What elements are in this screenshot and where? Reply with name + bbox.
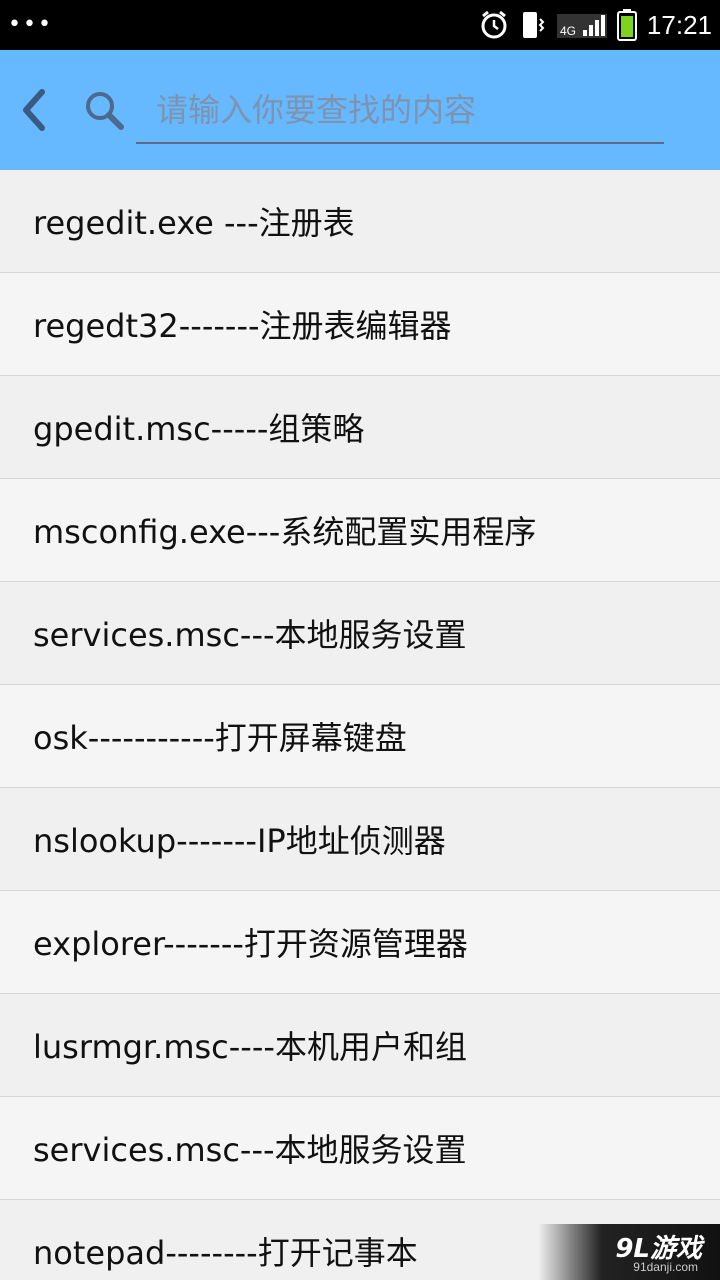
back-button[interactable] xyxy=(14,80,54,140)
list-item-label: services.msc---本地服务设置 xyxy=(33,1131,467,1169)
list-item[interactable]: msconfig.exe---系统配置实用程序 xyxy=(0,479,720,582)
search-toolbar xyxy=(0,50,720,170)
search-input[interactable] xyxy=(136,78,664,144)
list-item-label: regedit.exe ---注册表 xyxy=(33,204,355,242)
list-item-label: notepad--------打开记事本 xyxy=(33,1234,418,1272)
list-item-label: services.msc---本地服务设置 xyxy=(33,616,467,654)
list-item[interactable]: gpedit.msc-----组策略 xyxy=(0,376,720,479)
status-time: 17:21 xyxy=(646,9,712,40)
list-item[interactable]: regedit.exe ---注册表 xyxy=(0,170,720,273)
list-item[interactable]: nslookup-------IP地址侦测器 xyxy=(0,788,720,891)
list-item[interactable]: regedt32-------注册表编辑器 xyxy=(0,273,720,376)
command-list: regedit.exe ---注册表 regedt32-------注册表编辑器… xyxy=(0,170,720,1280)
svg-text:4G: 4G xyxy=(560,24,576,38)
signal-4g-icon: 4G xyxy=(556,14,607,38)
watermark-logo: 9L游戏 91danji.com xyxy=(538,1224,720,1280)
list-item-label: nslookup-------IP地址侦测器 xyxy=(33,822,446,860)
list-item-label: regedt32-------注册表编辑器 xyxy=(33,307,452,345)
notification-dots-icon: ••• xyxy=(8,12,53,37)
list-item-label: lusrmgr.msc----本机用户和组 xyxy=(33,1028,467,1066)
battery-icon xyxy=(616,9,637,41)
alarm-icon xyxy=(481,10,507,39)
status-icons: 4G 17:21 xyxy=(479,0,712,50)
watermark-url: 91danji.com xyxy=(633,1260,698,1274)
chevron-left-icon xyxy=(23,89,45,131)
list-item-label: explorer-------打开资源管理器 xyxy=(33,925,468,963)
list-item[interactable]: lusrmgr.msc----本机用户和组 xyxy=(0,994,720,1097)
list-item[interactable]: explorer-------打开资源管理器 xyxy=(0,891,720,994)
status-bar: ••• 4G 17:21 xyxy=(0,0,720,50)
list-item-label: msconfig.exe---系统配置实用程序 xyxy=(33,513,537,551)
list-item[interactable]: osk-----------打开屏幕键盘 xyxy=(0,685,720,788)
magnifier-icon xyxy=(86,92,124,130)
list-item[interactable]: services.msc---本地服务设置 xyxy=(0,582,720,685)
list-item[interactable]: services.msc---本地服务设置 xyxy=(0,1097,720,1200)
list-item-label: gpedit.msc-----组策略 xyxy=(33,410,365,448)
list-item-label: osk-----------打开屏幕键盘 xyxy=(33,719,407,757)
vibrate-icon xyxy=(522,12,545,38)
